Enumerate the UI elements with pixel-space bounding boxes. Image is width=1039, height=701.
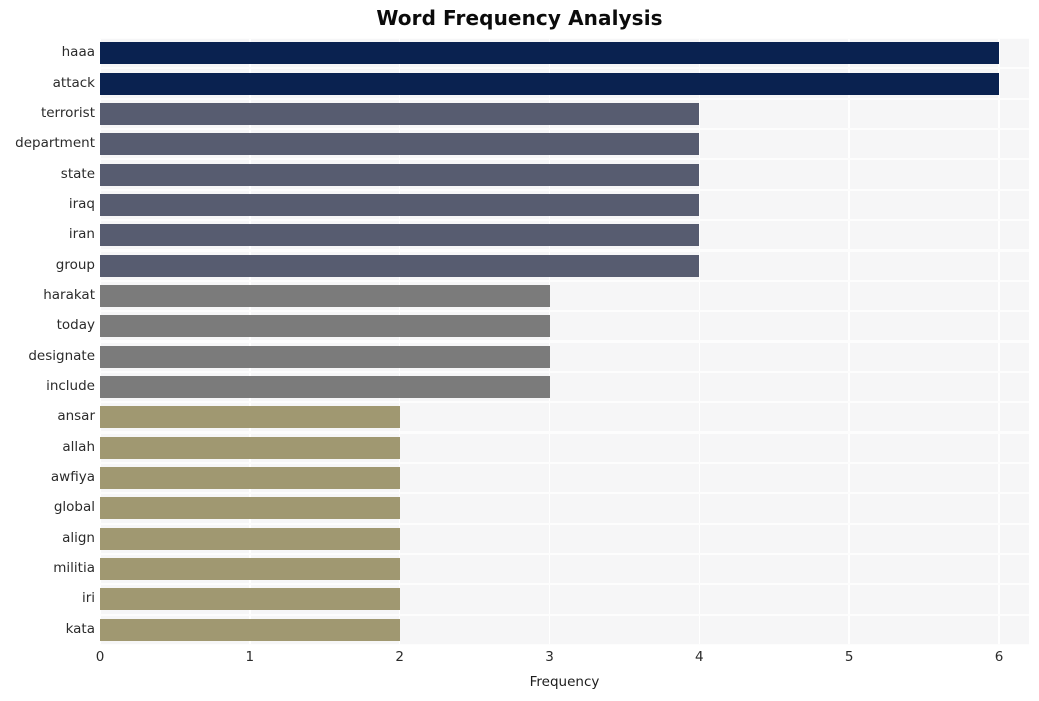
gridline-y (100, 67, 1029, 70)
bar-kata[interactable] (100, 618, 400, 641)
bar-attack[interactable] (100, 72, 1000, 95)
y-tick-include: include (46, 378, 95, 395)
gridline-y (100, 188, 1029, 191)
y-tick-today: today (56, 317, 95, 334)
bar-designate[interactable] (100, 345, 550, 368)
y-tick-group: group (55, 256, 95, 273)
gridline-y (100, 552, 1029, 556)
gridline-y (100, 310, 1029, 313)
gridline-y (100, 249, 1029, 252)
chart-title: Word Frequency Analysis (376, 6, 663, 30)
x-tick-5: 5 (844, 649, 854, 665)
y-tick-state: state (60, 165, 95, 182)
y-tick-align: align (62, 529, 95, 546)
y-tick-terrorist: terrorist (40, 104, 95, 121)
bar-harakat[interactable] (100, 284, 550, 307)
y-tick-global: global (53, 499, 95, 516)
y-tick-allah: allah (62, 438, 95, 455)
gridline-y (100, 279, 1029, 282)
bar-ansar[interactable] (100, 406, 400, 429)
x-tick-2: 2 (395, 649, 404, 665)
gridline-y (100, 370, 1029, 373)
bar-include[interactable] (100, 376, 550, 399)
bar-haaa[interactable] (100, 42, 1000, 65)
x-tick-1: 1 (245, 649, 255, 665)
x-tick-3: 3 (545, 649, 554, 665)
y-tick-kata: kata (65, 620, 95, 637)
bar-awfiya[interactable] (100, 467, 400, 490)
gridline-y (100, 158, 1029, 161)
gridline-y (100, 643, 1029, 645)
x-axis-label: Frequency (529, 674, 600, 690)
y-tick-iran: iran (68, 226, 95, 243)
bar-allah[interactable] (100, 436, 400, 459)
y-tick-haaa: haaa (61, 44, 95, 61)
y-tick-harakat: harakat (43, 286, 95, 303)
gridline-y (100, 583, 1029, 586)
gridline-y (100, 492, 1029, 495)
y-tick-iri: iri (81, 590, 95, 607)
y-tick-ansar: ansar (57, 408, 95, 425)
y-tick-department: department (15, 135, 95, 152)
y-tick-awfiya: awfiya (50, 469, 95, 486)
x-tick-6: 6 (994, 649, 1004, 665)
word-frequency-chart: Word Frequency Analysis haaa attack terror… (0, 0, 1039, 701)
gridline-y (100, 38, 1029, 40)
gridline-y (100, 431, 1029, 434)
x-tick-4: 4 (695, 649, 704, 665)
plot-area (100, 38, 1029, 645)
gridline-y (100, 522, 1029, 525)
y-tick-attack: attack (52, 74, 95, 91)
y-tick-designate: designate (28, 347, 95, 364)
bar-state[interactable] (100, 163, 700, 186)
y-tick-militia: militia (53, 560, 95, 577)
gridline-y (100, 219, 1029, 222)
gridline-y (100, 340, 1029, 343)
bar-today[interactable] (100, 315, 550, 338)
bar-align[interactable] (100, 527, 400, 550)
gridline-y (100, 401, 1029, 404)
bar-iran[interactable] (100, 224, 700, 247)
y-tick-iraq: iraq (68, 195, 95, 212)
bar-terrorist[interactable] (100, 102, 700, 125)
bar-militia[interactable] (100, 558, 400, 581)
x-tick-0: 0 (95, 649, 105, 665)
bar-global[interactable] (100, 497, 400, 520)
gridline-y (100, 127, 1029, 131)
gridline-y (100, 613, 1029, 616)
bar-group[interactable] (100, 254, 700, 277)
bar-iri[interactable] (100, 588, 400, 611)
bar-department[interactable] (100, 133, 700, 156)
gridline-y (100, 461, 1029, 464)
bar-iraq[interactable] (100, 193, 700, 216)
gridline-y (100, 97, 1029, 100)
